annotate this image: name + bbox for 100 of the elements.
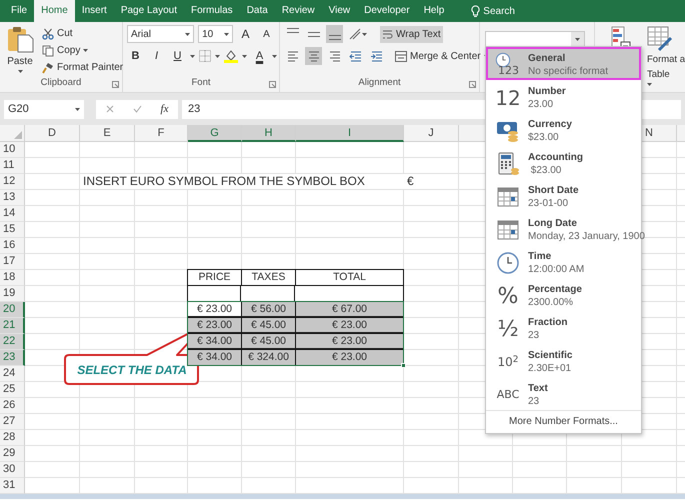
caret-icon [75, 108, 80, 110]
menu-tab[interactable]: Formulas [184, 0, 240, 22]
copy-button[interactable]: Copy [40, 42, 126, 59]
launcher-icon [269, 81, 276, 88]
table-cell: € [404, 174, 459, 190]
shrink-font-button[interactable]: A [258, 25, 275, 43]
caret-icon [362, 32, 367, 36]
format-name: Currency [528, 118, 572, 131]
cut-button[interactable]: Cut [40, 25, 126, 42]
row-header[interactable]: 22 [0, 334, 25, 350]
menu-tab[interactable]: Page Layout [114, 0, 184, 22]
callout-text: SELECT THE DATA [77, 363, 187, 377]
group-label: Clipboard [40, 76, 82, 90]
table-cell: € 23.00 [295, 317, 404, 334]
clipboard-icon [6, 25, 34, 53]
menu-tab[interactable]: Developer [357, 0, 417, 22]
format-name: Scientific [528, 349, 572, 362]
grow-font-button[interactable]: A [237, 25, 254, 43]
format-painter-button[interactable]: Format Painter [40, 59, 126, 76]
font-size-field[interactable]: 10 [198, 25, 233, 43]
format-example: No specific format [528, 65, 608, 78]
menu-item[interactable]: 10$^{2}$ Scientific 2.30E+01 [486, 344, 641, 377]
align-center-button[interactable] [305, 47, 322, 65]
table-cell: € 45.00 [241, 317, 296, 334]
insert-function-button[interactable]: fx [160, 100, 168, 118]
column-heading: PRICE [187, 269, 242, 286]
align-left-icon [286, 48, 300, 64]
menu-tab[interactable]: Data [240, 0, 275, 22]
row-header[interactable]: 23 [0, 350, 25, 366]
format-glyph: ½ [497, 316, 519, 344]
menu-tab[interactable]: File [4, 0, 34, 22]
table-cell: € 23.00 [295, 333, 404, 350]
borders-icon[interactable] [199, 50, 211, 62]
row-header[interactable]: 20 [0, 302, 25, 318]
menu-item[interactable]: Accounting $23.00 [486, 146, 641, 179]
column-header[interactable]: G [188, 125, 242, 142]
table-style-icon [646, 26, 673, 52]
italic-button[interactable]: I [148, 47, 165, 65]
align-middle-icon [306, 32, 320, 36]
font-color-button[interactable]: A [251, 47, 268, 65]
align-right-icon [328, 48, 342, 64]
menu-tab[interactable]: Insert [74, 0, 114, 22]
group-label: Alignment [358, 76, 401, 90]
menu-tab[interactable]: View [322, 0, 358, 22]
paste-button[interactable]: Paste [4, 25, 36, 75]
clock-icon [496, 251, 520, 275]
wrap-text-button[interactable]: Wrap Text [380, 26, 443, 42]
name-box[interactable]: G20 [4, 100, 84, 118]
orientation-icon [348, 26, 362, 42]
format-name: Time [528, 250, 552, 263]
table-cell: € 324.00 [241, 349, 296, 366]
table-cell: € 23.00 [295, 349, 404, 366]
row-header[interactable]: 30 [0, 462, 25, 478]
wrap-text-icon [382, 28, 393, 40]
increase-indent-icon [370, 48, 384, 64]
launcher-icon [112, 81, 119, 88]
format-example: 23-01-00 [528, 197, 570, 210]
table-cell: € 23.00 [187, 317, 242, 334]
paintbrush-icon [42, 62, 54, 74]
menu-tab[interactable]: Review [274, 0, 322, 22]
font-name-field[interactable]: Arial [127, 25, 194, 43]
format-glyph: ABC [496, 386, 520, 403]
menu-tab[interactable]: Home [34, 0, 75, 22]
format-name: Percentage [528, 283, 582, 296]
row-header[interactable]: 21 [0, 318, 25, 334]
align-center-icon [306, 48, 320, 64]
format-glyph: % [498, 282, 518, 310]
menu-item[interactable]: Short Date 23-01-00 [486, 179, 641, 212]
column-header[interactable]: I [296, 125, 404, 142]
caret-icon [646, 83, 652, 86]
format-name: Fraction [528, 316, 568, 329]
format-example: 2300.00% [528, 296, 574, 309]
decrease-indent-icon [348, 48, 362, 64]
row-header[interactable]: 31 [0, 478, 25, 494]
format-as-table-button[interactable]: Format a Table [646, 26, 685, 86]
format-example: Monday, 23 January, 1900 [528, 230, 645, 243]
format-example: 23 [528, 395, 540, 408]
menu-tab[interactable]: Help [416, 0, 452, 22]
fill-handle[interactable] [401, 363, 406, 368]
format-name: Long Date [528, 217, 578, 230]
calendar-icon [496, 185, 520, 209]
format-name: Short Date [528, 184, 579, 197]
caret-icon [185, 32, 190, 36]
search-box[interactable]: Search [465, 0, 521, 22]
format-glyph: 123 [498, 62, 519, 78]
bold-button[interactable]: B [127, 47, 144, 65]
menu-item[interactable]: 123 General No specific format [486, 47, 641, 80]
money-icon [496, 119, 520, 143]
menu-item[interactable]: Time 12:00:00 AM [486, 245, 641, 278]
caret-icon [242, 54, 247, 58]
format-glyph: 10$^{2}$ [497, 354, 518, 371]
launcher-icon [469, 81, 476, 88]
column-header[interactable]: H [242, 125, 296, 142]
caret-icon [18, 70, 22, 73]
format-example: 23 [528, 329, 540, 342]
format-example: 12:00:00 AM [528, 263, 584, 276]
underline-button[interactable]: U [169, 47, 186, 65]
align-bottom-button[interactable] [326, 25, 343, 43]
fill-color-icon[interactable] [224, 49, 238, 63]
more-formats-link[interactable]: More Number Formats... [486, 410, 641, 433]
